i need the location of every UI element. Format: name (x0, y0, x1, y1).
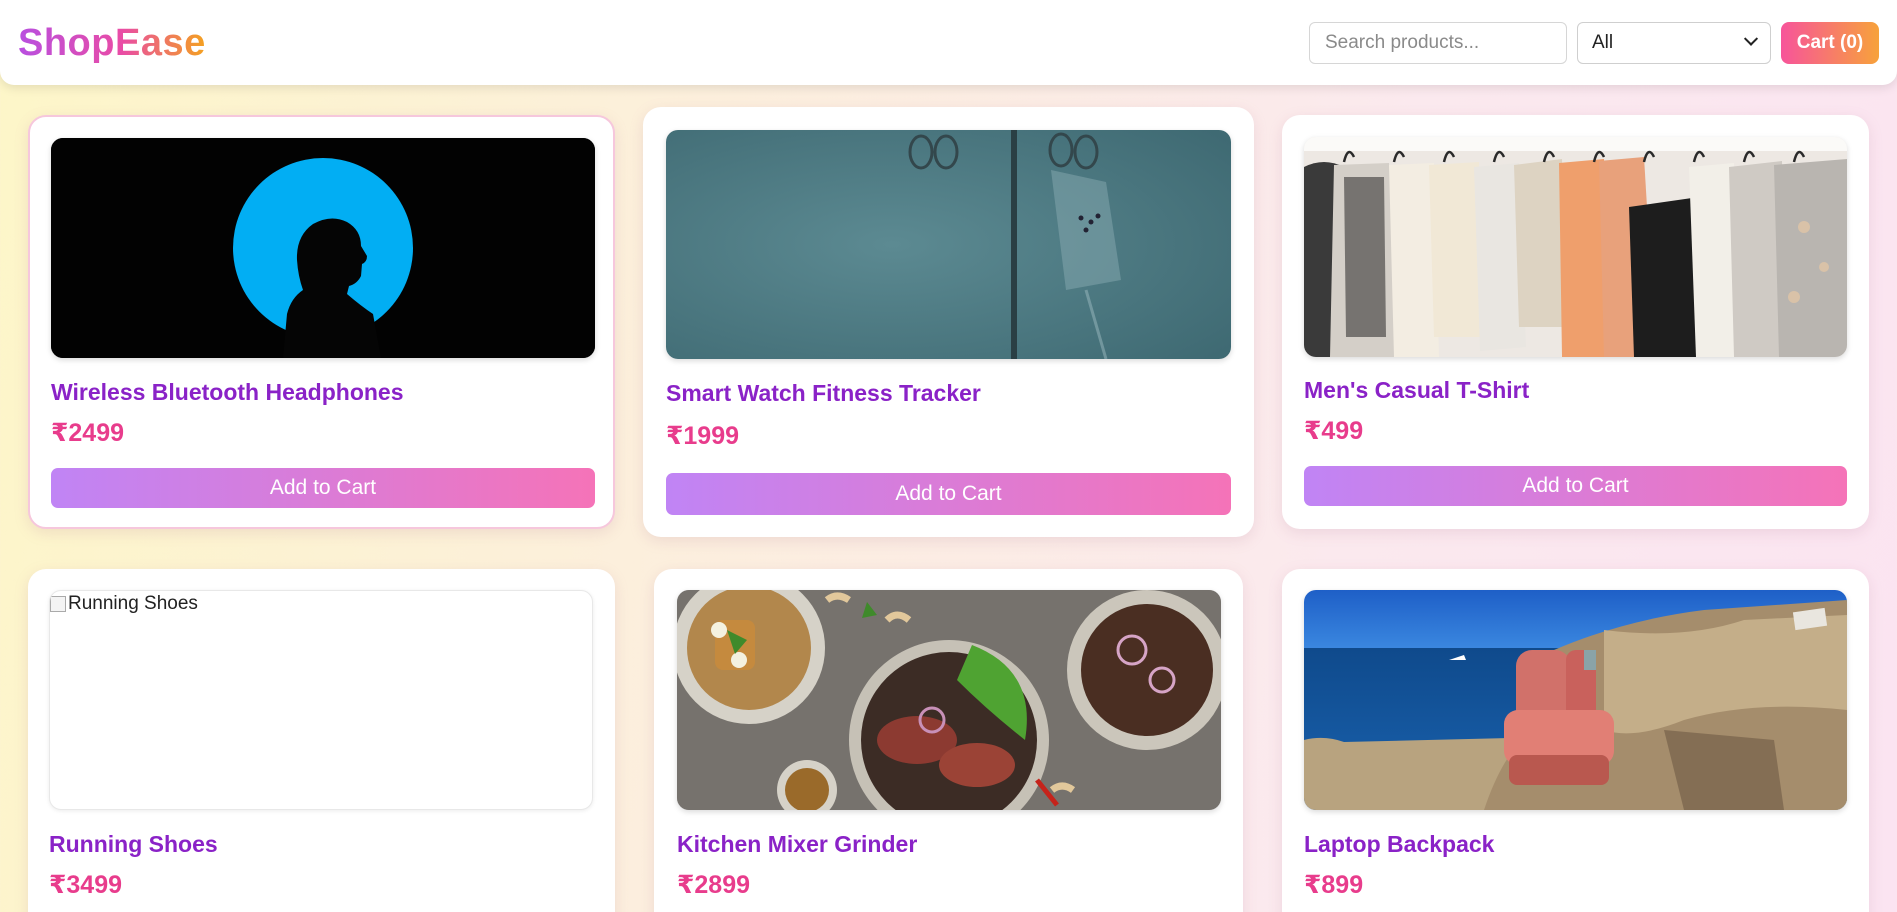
product-price: ₹3499 (49, 871, 123, 899)
product-card: Men's Casual T-Shirt ₹499 Add to Cart (1282, 115, 1869, 529)
product-price: ₹899 (1304, 871, 1364, 899)
image-alt-text: Running Shoes (68, 593, 198, 614)
product-card: Running Shoes Running Shoes ₹3499 (28, 569, 615, 912)
product-card: Laptop Backpack ₹899 (1282, 569, 1869, 912)
product-card: Wireless Bluetooth Headphones ₹2499 Add … (28, 115, 615, 529)
product-title[interactable]: Running Shoes (49, 831, 218, 858)
product-title[interactable]: Men's Casual T-Shirt (1304, 377, 1529, 404)
product-card: Kitchen Mixer Grinder ₹2899 (654, 569, 1243, 912)
add-to-cart-button[interactable]: Add to Cart (1304, 466, 1847, 506)
product-image-backpack (1304, 590, 1847, 810)
product-price: ₹1999 (666, 422, 740, 450)
product-image-tshirt (1304, 137, 1847, 357)
top-navbar: ShopEase All Cart (0) (0, 0, 1897, 85)
product-image-headphones (51, 138, 595, 358)
add-to-cart-button[interactable]: Add to Cart (51, 468, 595, 508)
product-title[interactable]: Smart Watch Fitness Tracker (666, 380, 981, 407)
broken-image-alt: Running Shoes (50, 593, 198, 615)
product-title[interactable]: Laptop Backpack (1304, 831, 1494, 858)
product-image-mixer-grinder (677, 590, 1221, 810)
category-select[interactable]: All (1577, 22, 1771, 64)
product-price: ₹2499 (51, 419, 125, 447)
product-image-smartwatch (666, 130, 1231, 359)
search-input[interactable] (1309, 22, 1567, 64)
product-price: ₹2899 (677, 871, 751, 899)
product-card: Smart Watch Fitness Tracker ₹1999 Add to… (643, 107, 1254, 537)
cart-button[interactable]: Cart (0) (1781, 22, 1879, 64)
category-select-value: All (1592, 32, 1614, 53)
product-price: ₹499 (1304, 417, 1364, 445)
add-to-cart-button[interactable]: Add to Cart (666, 473, 1231, 515)
product-image-running-shoes: Running Shoes (49, 590, 593, 810)
chevron-down-icon (1743, 31, 1759, 46)
product-title[interactable]: Kitchen Mixer Grinder (677, 831, 917, 858)
brand-logo[interactable]: ShopEase (18, 22, 206, 65)
product-title[interactable]: Wireless Bluetooth Headphones (51, 379, 404, 406)
broken-image-icon (50, 596, 66, 612)
